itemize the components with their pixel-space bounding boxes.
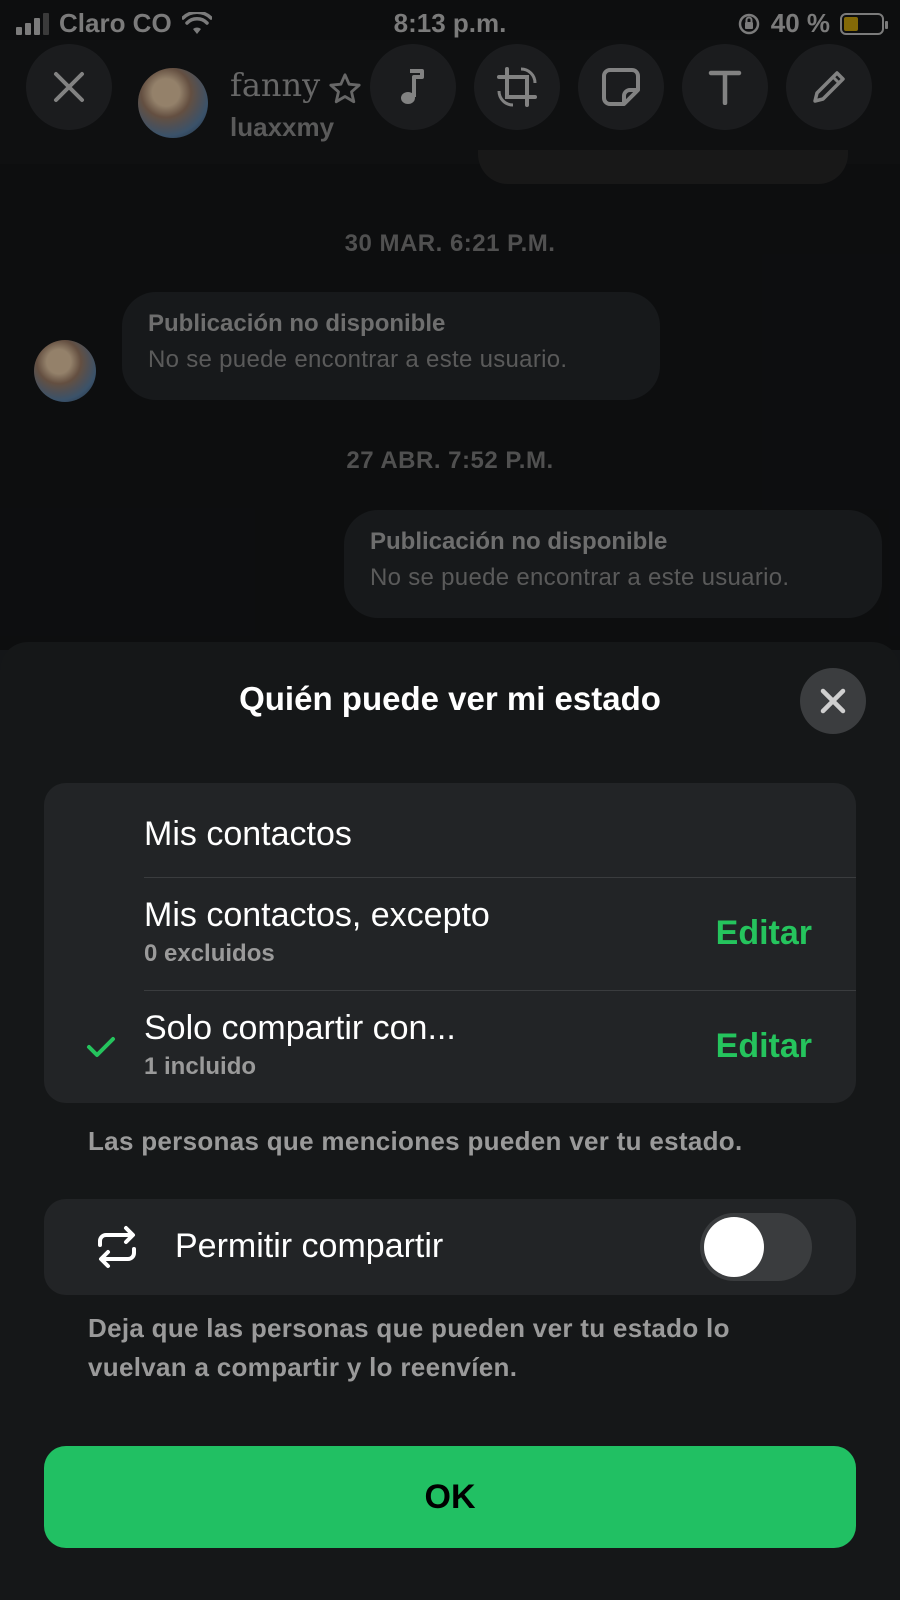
contact-name: fanny <box>230 66 321 104</box>
message-body: No se puede encontrar a este usuario. <box>148 346 568 373</box>
option-subtitle: 0 excluidos <box>144 940 275 967</box>
star-icon <box>329 73 361 104</box>
repost-icon <box>98 1226 136 1268</box>
message-bubble-incoming[interactable]: Publicación no disponible No se puede en… <box>122 292 660 400</box>
battery-percent: 40 % <box>770 8 830 38</box>
option-subtitle: 1 incluido <box>144 1053 257 1080</box>
sticker-button[interactable] <box>578 44 664 130</box>
status-privacy-sheet: Quién puede ver mi estado Mis contactos … <box>0 642 900 1600</box>
share-note-line-1: Deja que las personas que pueden ver tu … <box>88 1313 730 1343</box>
allow-sharing-card: Permitir compartir <box>44 1199 856 1295</box>
edit-included-button[interactable]: Editar <box>716 1027 812 1066</box>
music-note-icon <box>401 69 424 104</box>
media-preview <box>478 150 848 184</box>
share-note: Deja que las personas que pueden ver tu … <box>88 1309 828 1387</box>
option-my-contacts-except[interactable]: Mis contactos, excepto 0 excluidos Edita… <box>44 878 856 990</box>
message-bubble-outgoing[interactable]: Publicación no disponible No se puede en… <box>344 510 882 618</box>
crop-button[interactable] <box>474 44 560 130</box>
edit-excluded-button[interactable]: Editar <box>716 914 812 953</box>
sender-avatar[interactable] <box>34 340 96 402</box>
share-note-line-2: vuelvan a compartir y lo reenvíen. <box>88 1352 518 1382</box>
option-my-contacts[interactable]: Mis contactos <box>44 783 856 877</box>
message-title: Publicación no disponible <box>370 528 668 555</box>
ok-button[interactable]: OK <box>44 1446 856 1548</box>
close-icon <box>820 688 846 714</box>
text-icon <box>708 70 742 105</box>
battery-icon <box>840 12 888 35</box>
message-body: No se puede encontrar a este usuario. <box>370 564 790 591</box>
message-title: Publicación no disponible <box>148 310 446 337</box>
text-button[interactable] <box>682 44 768 130</box>
option-only-share-with[interactable]: Solo compartir con... 1 incluido Editar <box>44 991 856 1103</box>
contact-username: luaxxmy <box>230 112 335 142</box>
battery-fill <box>844 16 858 31</box>
sheet-close-button[interactable] <box>800 668 866 734</box>
mentions-note: Las personas que menciones pueden ver tu… <box>88 1126 743 1156</box>
checkmark-icon <box>87 1037 115 1057</box>
option-label: Solo compartir con... <box>144 1009 456 1047</box>
close-button[interactable] <box>26 44 112 130</box>
crop-rotate-icon <box>497 67 537 107</box>
orientation-lock-icon <box>738 13 759 34</box>
audience-options-card: Mis contactos Mis contactos, excepto 0 e… <box>44 783 856 1103</box>
sticker-icon <box>602 68 640 106</box>
option-label: Mis contactos, excepto <box>144 896 490 934</box>
allow-sharing-toggle[interactable] <box>700 1213 812 1281</box>
toggle-knob <box>704 1217 764 1277</box>
music-button[interactable] <box>370 44 456 130</box>
sheet-title: Quién puede ver mi estado <box>239 680 661 717</box>
date-separator: 30 MAR. 6:21 P.M. <box>344 230 556 257</box>
allow-sharing-label: Permitir compartir <box>175 1227 444 1265</box>
pencil-icon <box>813 71 845 103</box>
option-label: Mis contactos <box>144 815 352 853</box>
draw-button[interactable] <box>786 44 872 130</box>
contact-avatar[interactable] <box>138 68 208 138</box>
close-icon <box>54 72 84 102</box>
date-separator: 27 ABR. 7:52 P.M. <box>346 447 554 474</box>
